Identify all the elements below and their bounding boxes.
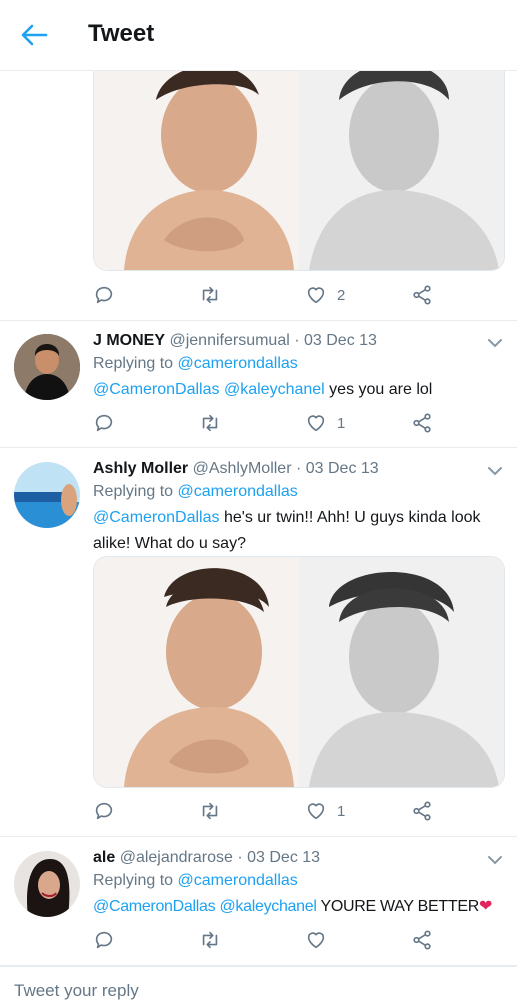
tweet-meta: ale @alejandrarose · 03 Dec 13 — [93, 849, 320, 867]
photo-right-image — [299, 40, 504, 270]
avatar[interactable] — [14, 334, 80, 400]
share-button[interactable] — [411, 925, 433, 955]
photo-left[interactable] — [94, 40, 299, 270]
replying-to: Replying to @camerondallas — [93, 872, 298, 890]
like-button[interactable]: 1 — [305, 408, 345, 438]
heart-icon — [307, 415, 325, 432]
reply-icon — [95, 414, 113, 432]
share-button[interactable] — [411, 796, 433, 826]
tweet-actions: 1 — [93, 408, 503, 438]
mention[interactable]: @kaleychanel — [224, 381, 325, 398]
photo-left[interactable] — [94, 557, 299, 787]
tweet-date: · 03 Dec 13 — [294, 332, 377, 349]
tweet-2[interactable]: Ashly Moller @AshlyMoller · 03 Dec 13 Re… — [0, 448, 517, 837]
like-button[interactable]: 1 — [305, 796, 345, 826]
replying-to: Replying to @camerondallas — [93, 355, 298, 373]
share-button[interactable] — [411, 280, 433, 310]
photo-right[interactable] — [299, 40, 504, 270]
retweet-button[interactable] — [199, 408, 221, 438]
user-handle[interactable]: @AshlyMoller — [193, 460, 292, 477]
retweet-icon — [202, 414, 218, 432]
photo-right[interactable] — [299, 557, 504, 787]
photo-left-image — [94, 40, 299, 270]
tweet-meta: Ashly Moller @AshlyMoller · 03 Dec 13 — [93, 460, 379, 478]
reply-button[interactable] — [93, 408, 115, 438]
heart-icon — [307, 287, 325, 304]
tweet-text: @CameronDallas @kaleychanel YOURE WAY BE… — [93, 894, 503, 920]
photo-right-image — [299, 557, 504, 787]
tweet-text: @CameronDallas @kaleychanel yes you are … — [93, 377, 503, 403]
back-arrow-icon[interactable] — [20, 23, 48, 47]
retweet-icon — [202, 931, 218, 949]
avatar-image — [14, 462, 80, 528]
photo-left-image — [94, 557, 299, 787]
replying-prefix: Replying to — [93, 355, 174, 372]
mention[interactable]: @CameronDallas — [93, 898, 216, 915]
reply-button[interactable] — [93, 796, 115, 826]
display-name[interactable]: ale — [93, 849, 115, 866]
reply-icon — [95, 931, 113, 949]
red-heart-emoji: ❤ — [478, 898, 493, 915]
user-handle[interactable]: @jennifersumual — [169, 332, 289, 349]
tweet-date: · 03 Dec 13 — [295, 460, 379, 477]
share-icon — [413, 285, 431, 305]
share-icon — [413, 413, 431, 433]
retweet-button[interactable] — [199, 925, 221, 955]
tweet-media[interactable] — [93, 40, 505, 271]
mention[interactable]: @CameronDallas — [93, 381, 220, 398]
retweet-button[interactable] — [199, 796, 221, 826]
replying-prefix: Replying to — [93, 483, 174, 500]
tweet-media[interactable] — [93, 556, 505, 788]
tweet-3[interactable]: ale @alejandrarose · 03 Dec 13 Replying … — [0, 837, 517, 966]
tweet-1[interactable]: J MONEY @jennifersumual · 03 Dec 13 Repl… — [0, 320, 517, 448]
like-button[interactable]: 2 — [305, 280, 345, 310]
like-count: 1 — [337, 414, 346, 432]
retweet-icon — [202, 802, 218, 820]
like-button[interactable] — [305, 925, 327, 955]
reply-icon — [95, 286, 113, 304]
reply-composer — [0, 966, 517, 1001]
avatar[interactable] — [14, 462, 80, 528]
avatar-image — [14, 851, 80, 917]
like-count: 2 — [337, 286, 346, 304]
share-icon — [413, 801, 431, 821]
chevron-down-icon[interactable] — [487, 466, 503, 476]
tweet-actions: 2 — [93, 280, 503, 310]
chevron-down-icon[interactable] — [487, 855, 503, 865]
reply-icon — [95, 802, 113, 820]
share-button[interactable] — [411, 408, 433, 438]
heart-icon — [307, 932, 325, 949]
replying-handle[interactable]: @camerondallas — [178, 872, 298, 889]
tweet-actions — [93, 925, 503, 955]
like-count: 1 — [337, 802, 346, 820]
tweet-body: YOURE WAY BETTER — [320, 898, 479, 915]
avatar-image — [14, 334, 80, 400]
display-name[interactable]: Ashly Moller — [93, 460, 188, 477]
top-bar: Tweet — [0, 0, 517, 71]
tweet-body: yes you are lol — [329, 381, 433, 398]
share-icon — [413, 930, 431, 950]
replying-to: Replying to @camerondallas — [93, 483, 298, 501]
tweet-date: · 03 Dec 13 — [237, 849, 321, 866]
page-title: Tweet — [88, 20, 155, 47]
tweet-actions: 1 — [93, 796, 503, 826]
avatar[interactable] — [14, 851, 80, 917]
replying-prefix: Replying to — [93, 872, 174, 889]
mention[interactable]: @kaleychanel — [219, 898, 316, 915]
retweet-icon — [202, 286, 218, 304]
replying-handle[interactable]: @camerondallas — [178, 355, 298, 372]
display-name[interactable]: J MONEY — [93, 332, 165, 349]
reply-button[interactable] — [93, 925, 115, 955]
heart-icon — [307, 803, 325, 820]
tweet-meta: J MONEY @jennifersumual · 03 Dec 13 — [93, 332, 377, 350]
user-handle[interactable]: @alejandrarose — [120, 849, 233, 866]
reply-button[interactable] — [93, 280, 115, 310]
chevron-down-icon[interactable] — [487, 338, 503, 348]
tweet-text: @CameronDallas he's ur twin!! Ahh! U guy… — [93, 505, 503, 557]
mention[interactable]: @CameronDallas — [93, 509, 220, 526]
replying-handle[interactable]: @camerondallas — [178, 483, 298, 500]
retweet-button[interactable] — [199, 280, 221, 310]
reply-input[interactable] — [14, 981, 494, 1001]
